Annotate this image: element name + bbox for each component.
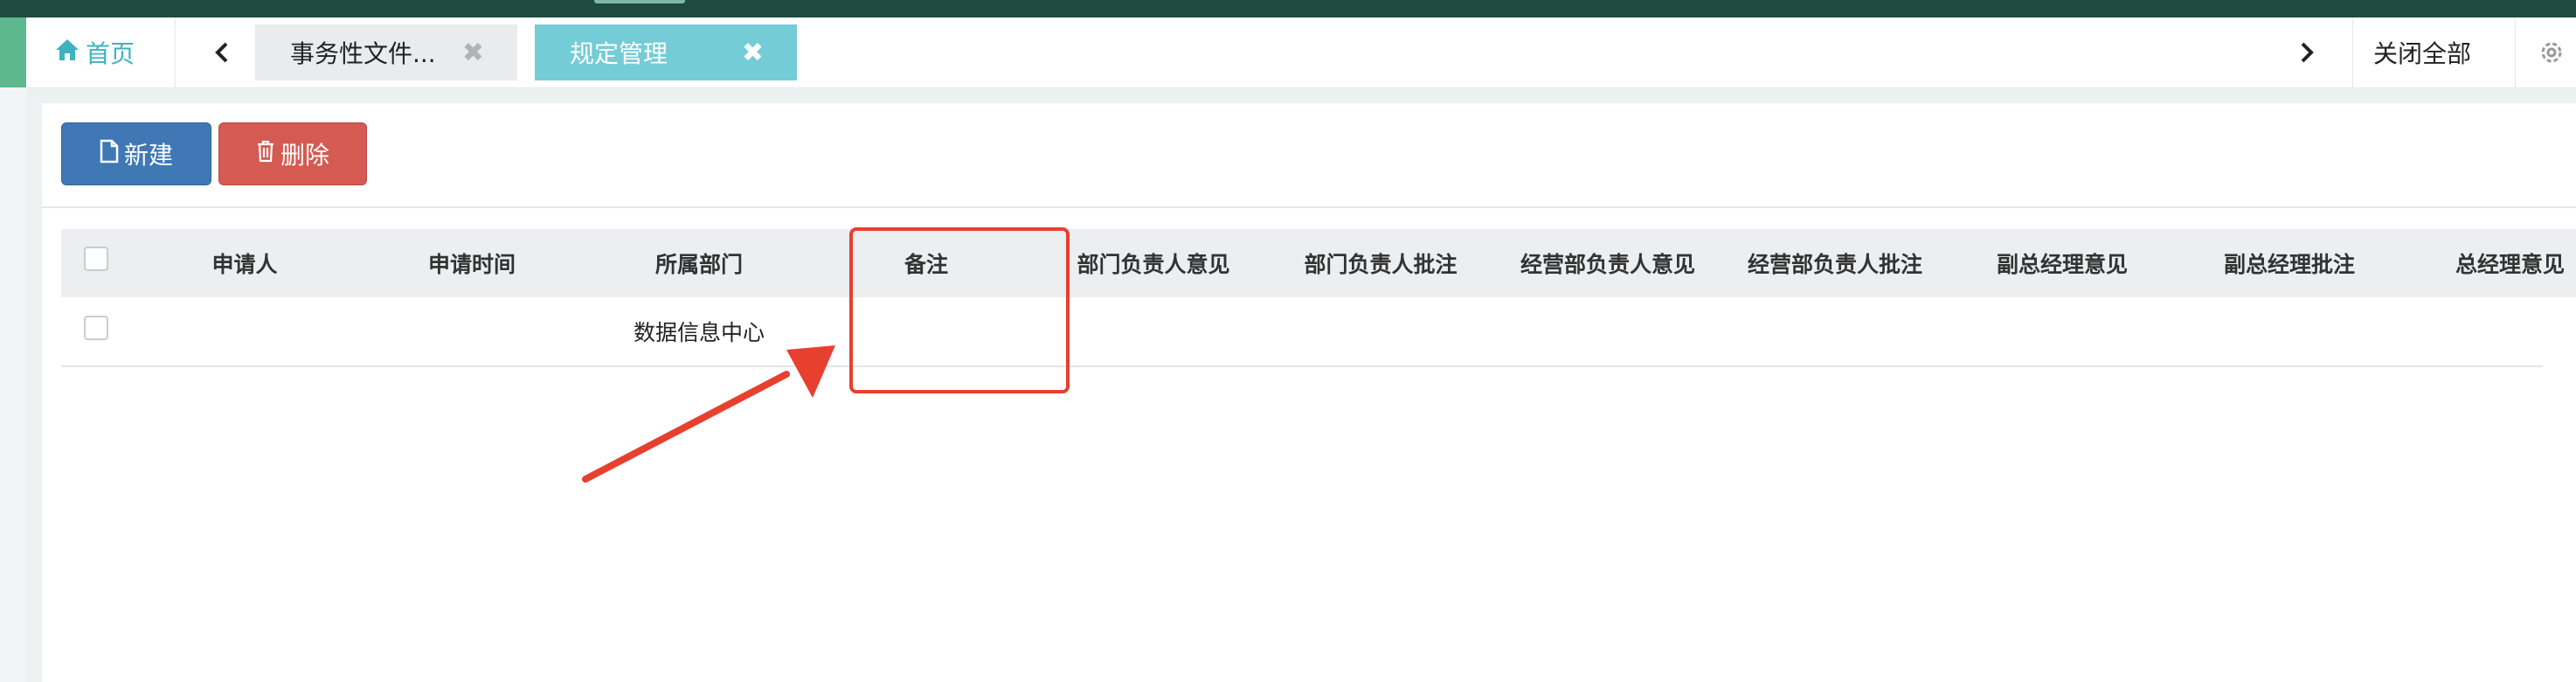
annotation-arrow-icon — [582, 345, 835, 483]
